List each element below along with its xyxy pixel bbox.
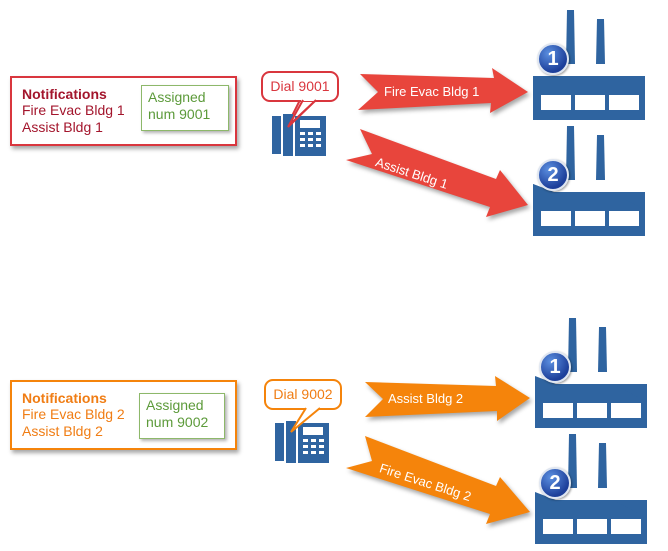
building-badge-2: 2 (539, 467, 571, 499)
building-badge-1: 1 (539, 351, 571, 383)
badge-number: 2 (549, 472, 561, 494)
badge-number: 1 (549, 356, 561, 378)
